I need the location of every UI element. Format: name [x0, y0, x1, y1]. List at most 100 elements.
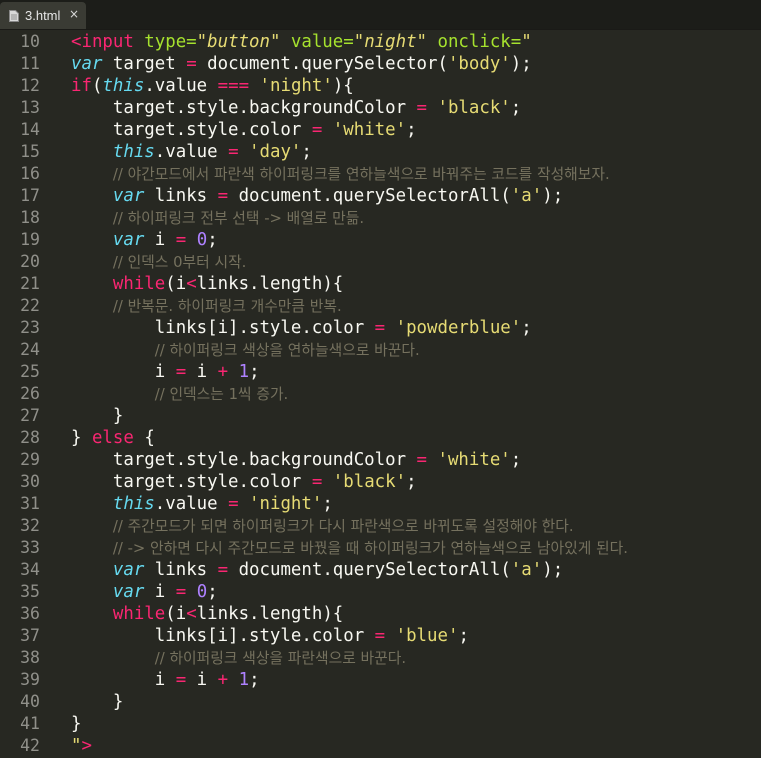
tab-bar: 3.html ×	[0, 0, 761, 30]
code-text: ;	[207, 230, 218, 250]
html-attribute: type=	[133, 32, 197, 52]
code-line: target.style.backgroundColor = 'white';	[71, 449, 628, 471]
string-literal: "night"	[353, 32, 428, 52]
code-text: .value	[154, 142, 229, 162]
code-line: i = i + 1;	[71, 669, 628, 691]
code-line: target.style.color = 'white';	[71, 119, 628, 141]
keyword: var	[112, 230, 145, 250]
operator: +	[217, 670, 229, 690]
code-editor[interactable]: 10 11 12 13 14 15 16 17 18 19 20 21 22 2…	[0, 31, 761, 758]
operator: =	[175, 362, 187, 382]
operator: =	[416, 450, 427, 470]
code-text: document.querySelector(	[196, 54, 448, 74]
line-number: 25	[20, 362, 40, 381]
string-literal: 'a'	[510, 186, 543, 206]
code-line: // 하이퍼링크 전부 선택 -> 배열로 만듦.	[71, 207, 628, 229]
code-text: ){	[332, 76, 354, 96]
file-icon	[9, 9, 19, 22]
code-line: target.style.backgroundColor = 'black';	[71, 97, 628, 119]
line-number: 36	[20, 604, 40, 623]
code-comment: // 인덱스는 1씩 증가.	[154, 386, 289, 403]
operator: =	[374, 626, 386, 646]
code-text: document.querySelectorAll(	[228, 186, 511, 206]
tab-3-html[interactable]: 3.html ×	[0, 2, 86, 29]
code-text: target	[102, 54, 187, 74]
code-text: {	[133, 428, 155, 448]
code-line: this.value = 'day';	[71, 141, 628, 163]
keyword: var	[71, 54, 103, 74]
code-text: }	[71, 428, 92, 448]
code-text: links	[144, 560, 218, 580]
code-line: if(this.value === 'night'){	[71, 75, 628, 97]
code-text: ;	[521, 318, 532, 338]
code-comment: // 하이퍼링크 색상을 연하늘색으로 바꾼다.	[154, 342, 420, 359]
code-comment: // 하이퍼링크 색상을 파란색으로 바꾼다.	[154, 650, 407, 667]
code-area[interactable]: <input type="button" value="night" oncli…	[71, 31, 628, 757]
string-literal: "	[521, 32, 532, 52]
line-number: 26	[20, 384, 40, 403]
code-text: }	[71, 714, 82, 734]
line-number: 34	[20, 560, 40, 579]
code-line: var links = document.querySelectorAll('a…	[71, 185, 628, 207]
code-text: target.style.backgroundColor	[71, 98, 417, 118]
code-text: target.style.color	[71, 120, 312, 140]
code-text: ;	[249, 362, 260, 382]
number-literal: 1	[238, 670, 250, 690]
operator: =	[186, 54, 197, 74]
code-text: ;	[510, 98, 522, 118]
code-line: while(i<links.length){	[71, 273, 628, 295]
line-number: 35	[20, 582, 40, 601]
string-literal: 'black'	[332, 472, 407, 492]
string-literal: 'powderblue'	[395, 318, 522, 338]
code-text: i	[144, 230, 176, 250]
line-number: 11	[20, 54, 40, 73]
html-attribute: value=	[280, 32, 354, 52]
code-line: var i = 0;	[71, 229, 628, 251]
code-comment: // 반복문. 하이퍼링크 개수만큼 반복.	[112, 298, 342, 315]
line-number: 18	[20, 208, 40, 227]
line-number: 16	[20, 164, 40, 183]
line-number: 29	[20, 450, 40, 469]
code-text: }	[71, 406, 124, 426]
code-comment: // 야간모드에서 파란색 하이퍼링크를 연하늘색으로 바꿔주는 코드를 작성해…	[112, 166, 610, 183]
keyword: while	[112, 604, 166, 624]
code-line: // 인덱스는 1씩 증가.	[71, 383, 628, 405]
code-line: var i = 0;	[71, 581, 628, 603]
code-text: ;	[322, 494, 333, 514]
code-text: );	[510, 54, 532, 74]
code-line: links[i].style.color = 'powderblue';	[71, 317, 628, 339]
string-literal: 'white'	[437, 450, 511, 470]
close-icon[interactable]: ×	[69, 7, 79, 21]
html-tag: <input	[71, 32, 134, 52]
line-number: 15	[20, 142, 40, 161]
line-number: 28	[20, 428, 40, 447]
line-number: 37	[20, 626, 40, 645]
code-line: var links = document.querySelectorAll('a…	[71, 559, 628, 581]
code-text: i	[71, 362, 176, 382]
code-text: document.querySelectorAll(	[228, 560, 511, 580]
code-text: i	[144, 582, 176, 602]
code-text: (i	[165, 604, 187, 624]
code-line: // 반복문. 하이퍼링크 개수만큼 반복.	[71, 295, 628, 317]
code-line: // -> 안하면 다시 주간모드로 바꿨을 때 하이퍼링크가 연하늘색으로 남…	[71, 537, 628, 559]
code-comment: // 주간모드가 되면 하이퍼링크가 다시 파란색으로 바뀌도록 설정해야 한다…	[112, 518, 574, 535]
code-line: links[i].style.color = 'blue';	[71, 625, 628, 647]
code-text: i	[71, 670, 176, 690]
line-number: 24	[20, 340, 40, 359]
code-line: var target = document.querySelector('bod…	[71, 53, 628, 75]
string-literal: 'night'	[249, 494, 323, 514]
